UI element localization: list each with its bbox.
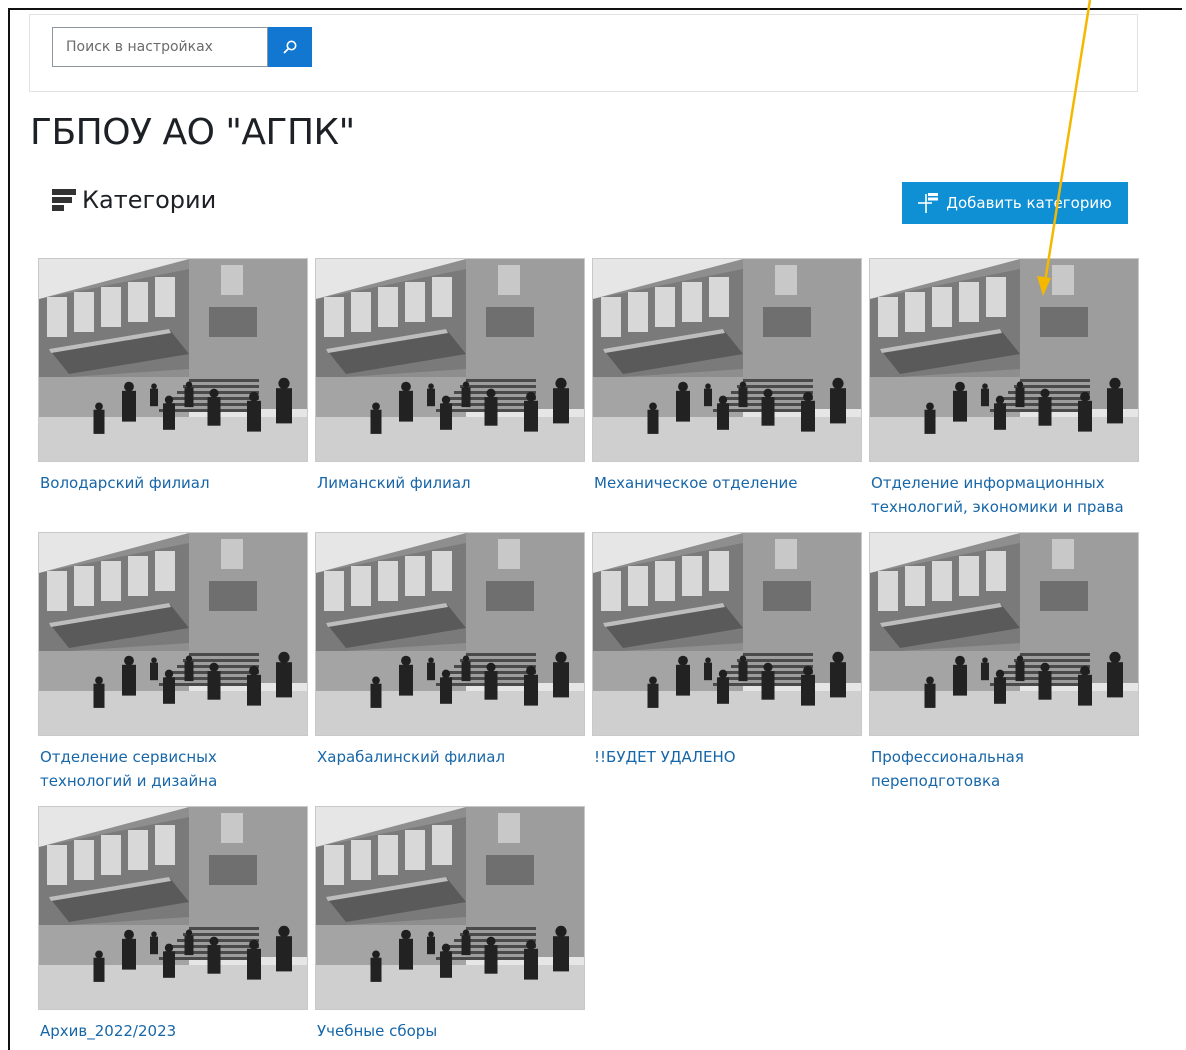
building-photo xyxy=(316,259,584,461)
add-category-icon xyxy=(918,193,939,213)
category-tile[interactable]: Учебные сборы xyxy=(315,806,585,1043)
page: ГБПОУ АО "АГПК" Категории Добавить катег… xyxy=(0,0,1186,1050)
building-photo xyxy=(870,533,1138,735)
category-tile[interactable]: Механическое отделение xyxy=(592,258,862,495)
building-photo xyxy=(39,259,307,461)
category-tile[interactable]: Лиманский филиал xyxy=(315,258,585,495)
category-link[interactable]: Харабалинский филиал xyxy=(315,745,585,769)
search-input[interactable] xyxy=(52,27,268,67)
search-icon xyxy=(283,40,297,54)
category-thumbnail[interactable] xyxy=(38,258,308,462)
category-thumbnail[interactable] xyxy=(315,806,585,1010)
category-link[interactable]: Архив_2022/2023 xyxy=(38,1019,308,1043)
category-thumbnail[interactable] xyxy=(315,532,585,736)
category-link[interactable]: Механическое отделение xyxy=(592,471,862,495)
category-thumbnail[interactable] xyxy=(869,532,1139,736)
building-photo xyxy=(593,259,861,461)
category-link[interactable]: Отделение информационных технологий, эко… xyxy=(869,471,1139,519)
section-heading-label: Категории xyxy=(82,186,217,214)
category-tile[interactable]: !!БУДЕТ УДАЛЕНО xyxy=(592,532,862,769)
category-thumbnail[interactable] xyxy=(592,258,862,462)
category-thumbnail[interactable] xyxy=(38,806,308,1010)
building-photo xyxy=(870,259,1138,461)
search-button[interactable] xyxy=(268,27,312,67)
category-tile[interactable]: Володарский филиал xyxy=(38,258,308,495)
category-tile[interactable]: Отделение информационных технологий, эко… xyxy=(869,258,1139,519)
category-link[interactable]: Отделение сервисных технологий и дизайна xyxy=(38,745,308,793)
category-thumbnail[interactable] xyxy=(869,258,1139,462)
building-photo xyxy=(39,533,307,735)
building-photo xyxy=(316,533,584,735)
building-photo xyxy=(316,807,584,1009)
category-tile[interactable]: Профессиональная переподготовка xyxy=(869,532,1139,793)
categories-icon xyxy=(52,189,76,211)
section-heading: Категории xyxy=(52,186,216,214)
building-photo xyxy=(593,533,861,735)
category-link[interactable]: Лиманский филиал xyxy=(315,471,585,495)
category-tile[interactable]: Архив_2022/2023 xyxy=(38,806,308,1043)
category-tile[interactable]: Отделение сервисных технологий и дизайна xyxy=(38,532,308,793)
page-title: ГБПОУ АО "АГПК" xyxy=(30,112,355,153)
category-tile[interactable]: Харабалинский филиал xyxy=(315,532,585,769)
category-thumbnail[interactable] xyxy=(315,258,585,462)
add-category-button[interactable]: Добавить категорию xyxy=(902,182,1128,224)
building-photo xyxy=(39,807,307,1009)
category-link[interactable]: Профессиональная переподготовка xyxy=(869,745,1139,793)
category-thumbnail[interactable] xyxy=(592,532,862,736)
category-link[interactable]: Учебные сборы xyxy=(315,1019,585,1043)
add-category-label: Добавить категорию xyxy=(946,194,1112,212)
category-link[interactable]: !!БУДЕТ УДАЛЕНО xyxy=(592,745,862,769)
category-link[interactable]: Володарский филиал xyxy=(38,471,308,495)
category-thumbnail[interactable] xyxy=(38,532,308,736)
